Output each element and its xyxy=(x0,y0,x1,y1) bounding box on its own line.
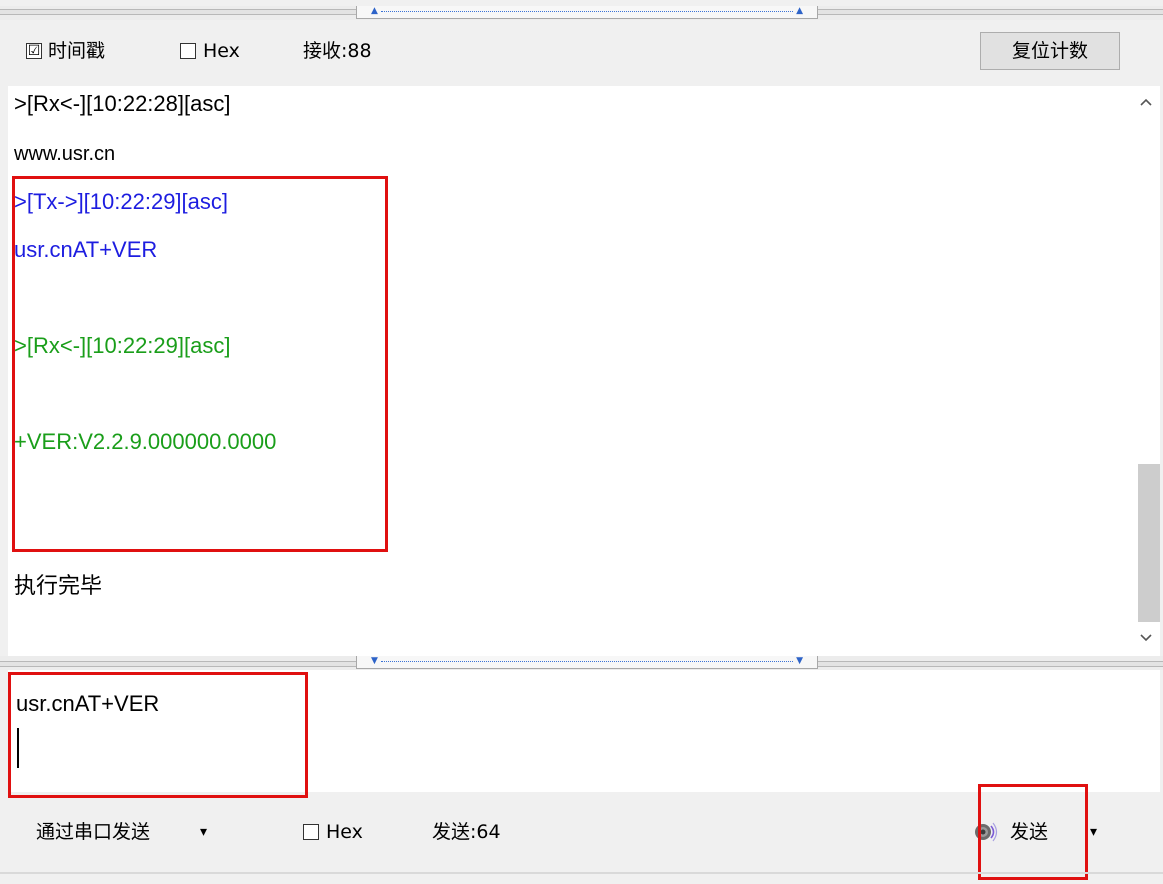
top-splitter[interactable]: ▲ ▲ xyxy=(0,6,1163,20)
scroll-down-icon[interactable] xyxy=(1132,624,1160,652)
collapse-down-icon: ▼ xyxy=(371,656,378,666)
send-hex-checkbox[interactable] xyxy=(303,824,319,840)
receive-toolbar: ☑ 时间戳 Hex 接收:88 复位计数 xyxy=(0,30,1163,86)
scroll-up-icon[interactable] xyxy=(1132,88,1160,116)
timestamp-checkbox[interactable]: ☑ xyxy=(26,43,42,59)
scrollbar-thumb[interactable] xyxy=(1138,464,1160,622)
send-via-label[interactable]: 通过串口发送 xyxy=(36,821,150,843)
log-line: >[Rx<-][10:22:28][asc] xyxy=(14,91,231,116)
received-count: 接收:88 xyxy=(303,40,372,62)
bottom-splitter[interactable]: ▼ ▼ xyxy=(0,656,1163,670)
send-via-dropdown-icon[interactable]: ▾ xyxy=(200,821,207,843)
log-line: www.usr.cn xyxy=(14,143,116,165)
receive-scrollbar[interactable] xyxy=(1132,86,1160,656)
receive-hex-checkbox[interactable] xyxy=(180,43,196,59)
send-dropdown-icon[interactable]: ▾ xyxy=(1090,821,1097,843)
highlight-box-send xyxy=(978,784,1088,880)
timestamp-label: 时间戳 xyxy=(48,40,106,62)
highlight-box-log xyxy=(12,176,388,552)
log-line-done: 执行完毕 xyxy=(14,573,103,598)
receive-hex-label: Hex xyxy=(203,40,240,62)
sent-count: 发送:64 xyxy=(432,821,501,843)
reset-count-button[interactable]: 复位计数 xyxy=(980,32,1120,70)
collapse-up-icon: ▲ xyxy=(371,6,378,16)
top-splitter-grip[interactable]: ▲ ▲ xyxy=(356,6,818,19)
bottom-divider xyxy=(0,872,1163,874)
highlight-box-input xyxy=(8,672,308,798)
bottom-splitter-grip[interactable]: ▼ ▼ xyxy=(356,656,818,669)
collapse-down-icon-right: ▼ xyxy=(796,656,803,666)
send-hex-label: Hex xyxy=(326,821,363,843)
collapse-up-icon-right: ▲ xyxy=(796,6,803,16)
